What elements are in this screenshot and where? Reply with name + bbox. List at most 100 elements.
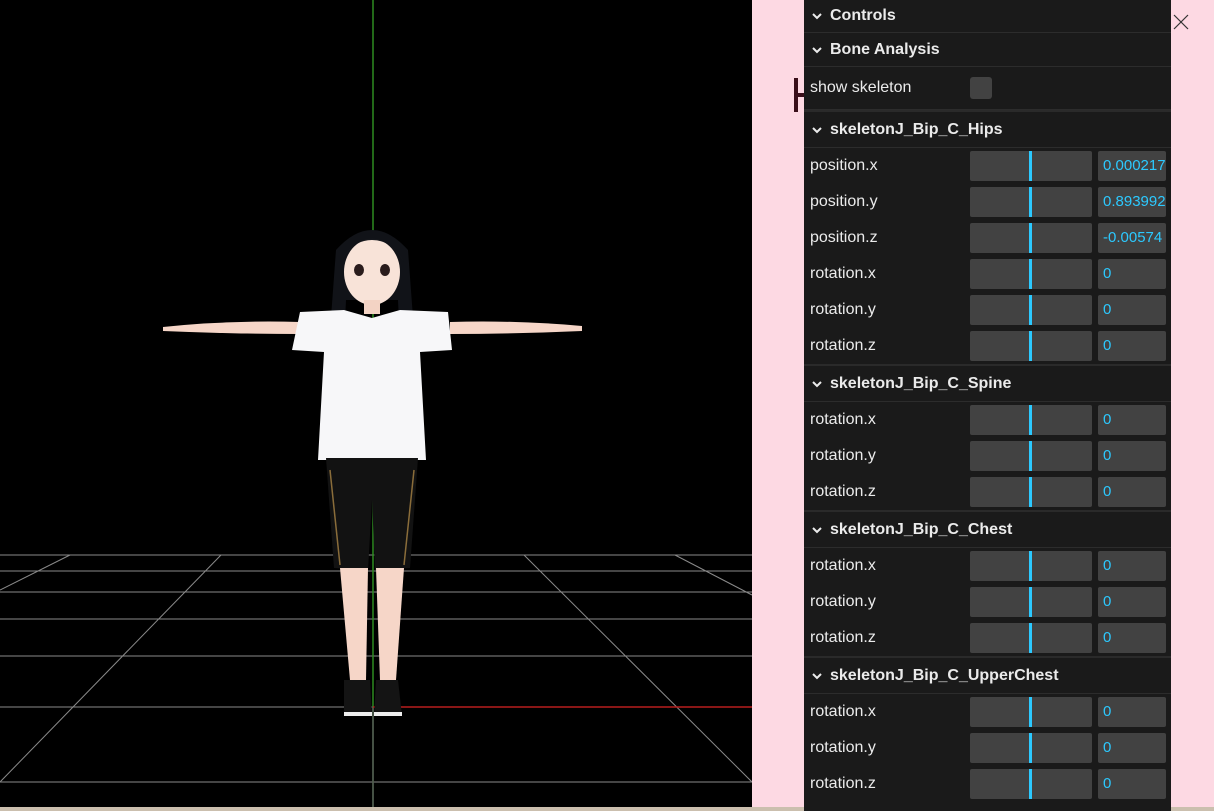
slider-thumb[interactable]	[1029, 551, 1032, 581]
floor-grid	[0, 554, 752, 783]
chevron-down-icon	[812, 672, 822, 679]
property-slider[interactable]	[970, 223, 1092, 253]
close-icon	[1173, 14, 1189, 30]
bone-property-row: rotation.z 0	[804, 620, 1171, 656]
slider-thumb[interactable]	[1029, 331, 1032, 361]
bone-property-row: rotation.x 0	[804, 402, 1171, 438]
slider-thumb[interactable]	[1029, 477, 1032, 507]
property-value-input[interactable]: 0	[1098, 259, 1166, 289]
bone-folder-title: skeletonJ_Bip_C_Hips	[830, 120, 1003, 138]
bone-folder-header[interactable]: skeletonJ_Bip_C_UpperChest	[804, 656, 1171, 694]
slider-thumb[interactable]	[1029, 187, 1032, 217]
property-value-input[interactable]: 0	[1098, 331, 1166, 361]
property-label: position.y	[810, 193, 878, 210]
bone-property-row: rotation.x 0	[804, 548, 1171, 584]
bone-property-row: rotation.z 0	[804, 766, 1171, 802]
property-slider[interactable]	[970, 295, 1092, 325]
bone-property-row: position.x 0.000217	[804, 148, 1171, 184]
property-label: rotation.z	[810, 629, 876, 646]
property-label: rotation.y	[810, 739, 876, 756]
bone-property-row: rotation.y 0	[804, 292, 1171, 328]
show-skeleton-checkbox[interactable]	[970, 77, 992, 99]
property-value-input[interactable]: 0	[1098, 295, 1166, 325]
property-slider[interactable]	[970, 259, 1092, 289]
property-label: rotation.y	[810, 593, 876, 610]
bone-analysis-title: Bone Analysis	[830, 40, 940, 58]
property-label: position.x	[810, 157, 878, 174]
property-value-input[interactable]: 0	[1098, 441, 1166, 471]
bone-property-row: rotation.x 0	[804, 694, 1171, 730]
property-label: rotation.x	[810, 411, 876, 428]
property-value-input[interactable]: 0	[1098, 551, 1166, 581]
controls-header[interactable]: Controls	[804, 0, 1171, 33]
slider-thumb[interactable]	[1029, 587, 1032, 617]
bone-property-row: rotation.y 0	[804, 438, 1171, 474]
property-label: rotation.x	[810, 703, 876, 720]
slider-thumb[interactable]	[1029, 769, 1032, 799]
property-value-input[interactable]: 0	[1098, 623, 1166, 653]
scene-canvas	[0, 0, 752, 807]
slider-thumb[interactable]	[1029, 441, 1032, 471]
bone-folder-header[interactable]: skeletonJ_Bip_C_Spine	[804, 364, 1171, 402]
bone-property-row: position.y 0.893992	[804, 184, 1171, 220]
slider-thumb[interactable]	[1029, 405, 1032, 435]
slider-thumb[interactable]	[1029, 295, 1032, 325]
slider-thumb[interactable]	[1029, 259, 1032, 289]
chevron-down-icon	[812, 46, 822, 53]
property-label: rotation.z	[810, 337, 876, 354]
bone-folder-header[interactable]: skeletonJ_Bip_C_Hips	[804, 110, 1171, 148]
slider-thumb[interactable]	[1029, 151, 1032, 181]
show-skeleton-label: show skeleton	[810, 79, 912, 96]
bone-property-row: position.z -0.00574	[804, 220, 1171, 256]
property-slider[interactable]	[970, 187, 1092, 217]
slider-thumb[interactable]	[1029, 733, 1032, 763]
bone-property-row: rotation.x 0	[804, 256, 1171, 292]
property-slider[interactable]	[970, 623, 1092, 653]
property-label: position.z	[810, 229, 878, 246]
property-slider[interactable]	[970, 697, 1092, 727]
slider-thumb[interactable]	[1029, 623, 1032, 653]
property-value-input[interactable]: 0	[1098, 733, 1166, 763]
bone-folder-title: skeletonJ_Bip_C_Spine	[830, 374, 1012, 392]
property-value-input[interactable]: 0	[1098, 587, 1166, 617]
bone-folder-title: skeletonJ_Bip_C_UpperChest	[830, 666, 1059, 684]
property-slider[interactable]	[970, 441, 1092, 471]
property-slider[interactable]	[970, 769, 1092, 799]
property-slider[interactable]	[970, 551, 1092, 581]
bone-folder-header[interactable]: skeletonJ_Bip_C_Chest	[804, 510, 1171, 548]
property-value-input[interactable]: 0.000217	[1098, 151, 1166, 181]
slider-thumb[interactable]	[1029, 223, 1032, 253]
property-slider[interactable]	[970, 587, 1092, 617]
property-label: rotation.x	[810, 265, 876, 282]
chevron-down-icon	[812, 13, 822, 20]
property-slider[interactable]	[970, 151, 1092, 181]
property-slider[interactable]	[970, 331, 1092, 361]
bone-property-row: rotation.y 0	[804, 584, 1171, 620]
controls-title: Controls	[830, 7, 896, 24]
property-slider[interactable]	[970, 405, 1092, 435]
bone-property-row: rotation.z 0	[804, 474, 1171, 510]
bone-analysis-header[interactable]: Bone Analysis	[804, 33, 1171, 67]
property-label: rotation.z	[810, 775, 876, 792]
property-value-input[interactable]: 0	[1098, 477, 1166, 507]
property-value-input[interactable]: 0	[1098, 769, 1166, 799]
show-skeleton-row: show skeleton	[804, 67, 1171, 110]
bone-property-row: rotation.y 0	[804, 730, 1171, 766]
property-label: rotation.y	[810, 301, 876, 318]
property-slider[interactable]	[970, 477, 1092, 507]
property-value-input[interactable]: 0.893992	[1098, 187, 1166, 217]
bone-folders: skeletonJ_Bip_C_Hips position.x 0.000217 po…	[804, 110, 1171, 802]
slider-thumb[interactable]	[1029, 697, 1032, 727]
property-value-input[interactable]: 0	[1098, 697, 1166, 727]
3d-viewport[interactable]	[0, 0, 752, 807]
bone-property-row: rotation.z 0	[804, 328, 1171, 364]
property-label: rotation.z	[810, 483, 876, 500]
property-value-input[interactable]: 0	[1098, 405, 1166, 435]
chevron-down-icon	[812, 526, 822, 533]
chevron-down-icon	[812, 126, 822, 133]
property-slider[interactable]	[970, 733, 1092, 763]
chevron-down-icon	[812, 380, 822, 387]
property-value-input[interactable]: -0.00574	[1098, 223, 1166, 253]
property-label: rotation.x	[810, 557, 876, 574]
controls-panel: Controls Bone Analysis show skeleton ske…	[804, 0, 1171, 811]
